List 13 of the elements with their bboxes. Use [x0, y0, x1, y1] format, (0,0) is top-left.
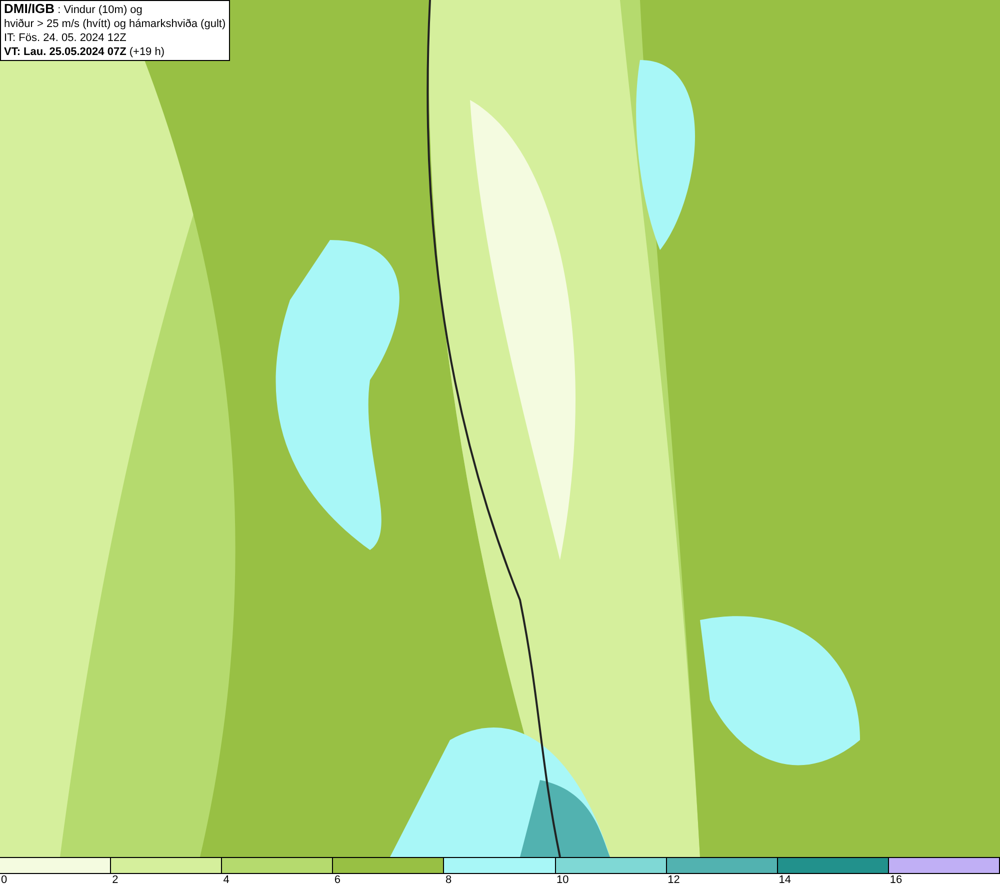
legend-tick-label: 10	[556, 874, 569, 886]
legend-tick-label: 2	[111, 874, 118, 886]
legend-tick-label: 16	[888, 874, 902, 886]
initial-time: IT: Fös. 24. 05. 2024 12Z	[4, 31, 128, 45]
legend-tick-label: 8	[444, 874, 452, 886]
legend-tick-label: 4	[222, 874, 230, 886]
chart-subtitle: hviður > 25 m/s (hvítt) og hámarkshviða (gult)	[4, 17, 226, 31]
legend-tick-label: 12	[666, 874, 680, 886]
legend-tick-label: 0	[0, 874, 8, 886]
legend-tick-label: 14	[778, 874, 792, 886]
valid-time: VT: Lau. 25.05.2024 07Z (+19 h)	[4, 45, 166, 59]
chart-title: DMI/IGB : Vindur (10m) og	[4, 2, 144, 17]
legend-tick-label: 6	[333, 874, 340, 886]
